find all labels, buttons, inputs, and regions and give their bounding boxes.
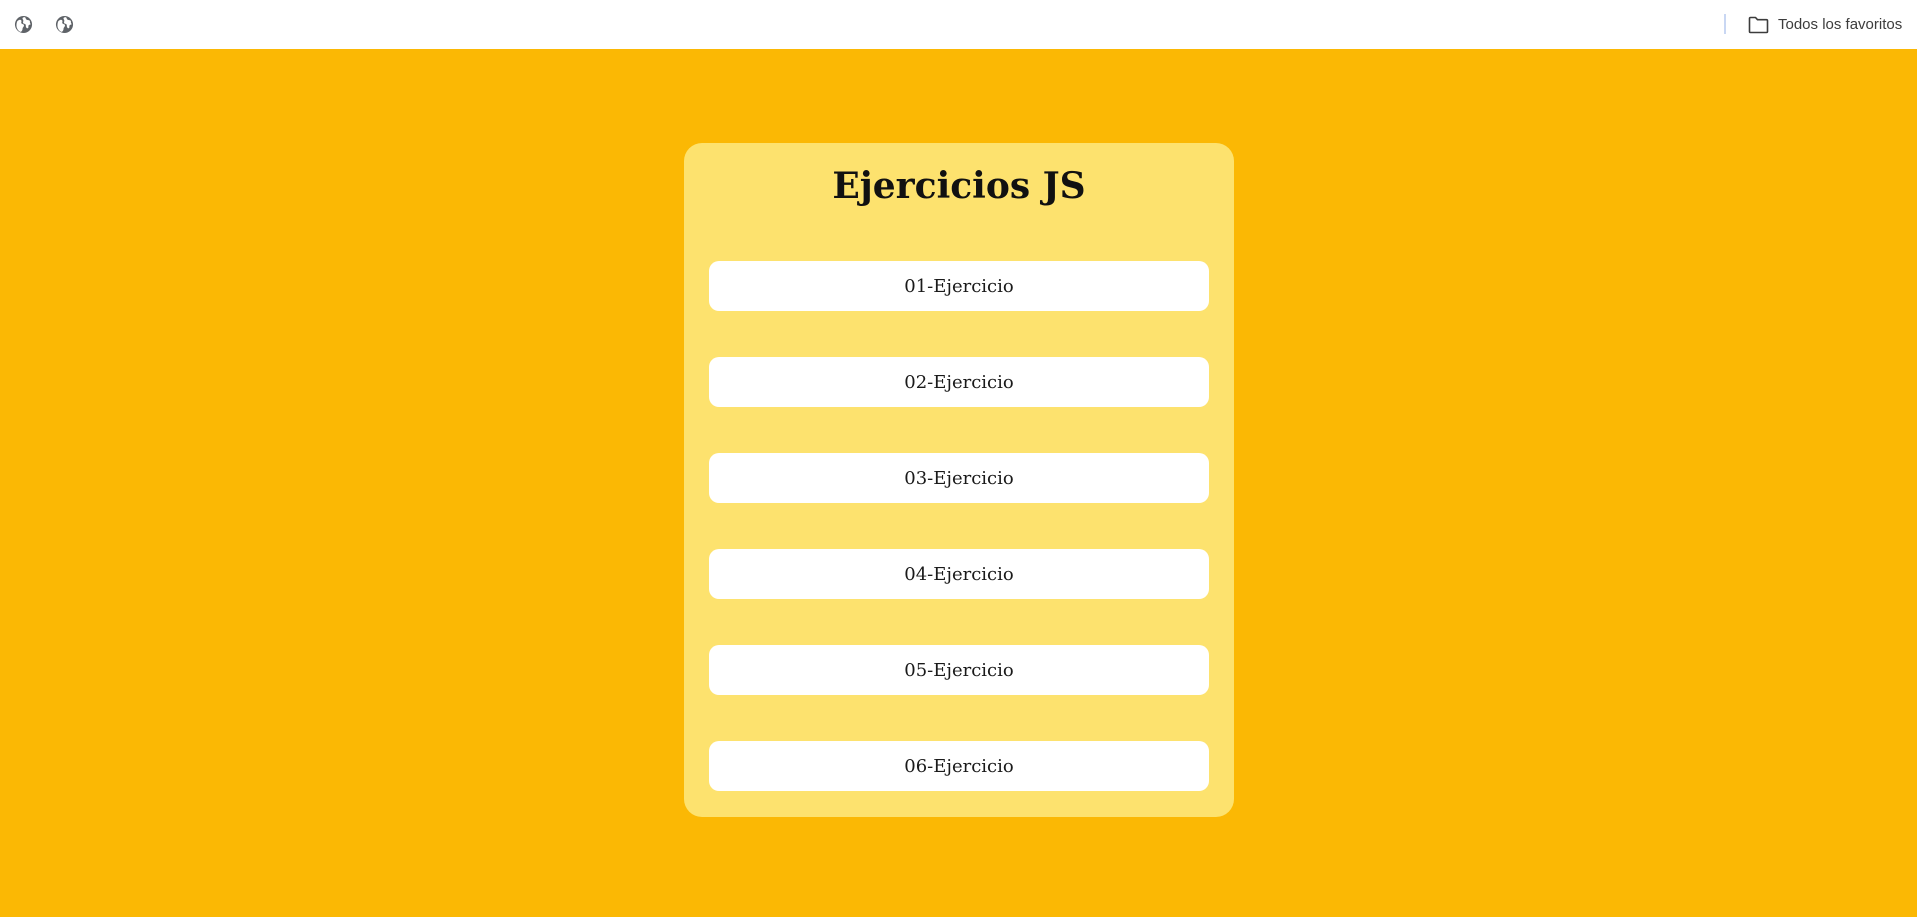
- exercises-card: Ejercicios JS 01-Ejercicio 02-Ejercicio …: [684, 143, 1234, 817]
- exercise-link-03[interactable]: 03-Ejercicio: [709, 453, 1209, 503]
- exercise-link-06[interactable]: 06-Ejercicio: [709, 741, 1209, 791]
- globe-icon: [14, 15, 32, 33]
- bookmarks-bar: Todos los favoritos: [0, 0, 1917, 49]
- exercise-link-05[interactable]: 05-Ejercicio: [709, 645, 1209, 695]
- all-bookmarks-button[interactable]: Todos los favoritos: [1747, 0, 1917, 49]
- page-title: Ejercicios JS: [832, 165, 1086, 207]
- exercise-link-02[interactable]: 02-Ejercicio: [709, 357, 1209, 407]
- folder-icon: [1747, 14, 1769, 36]
- bookmark-globe-icon[interactable]: [12, 13, 34, 35]
- exercise-link-04[interactable]: 04-Ejercicio: [709, 549, 1209, 599]
- bookmark-globe-icon[interactable]: [53, 13, 75, 35]
- exercise-list: 01-Ejercicio 02-Ejercicio 03-Ejercicio 0…: [709, 261, 1209, 791]
- globe-icon: [55, 15, 73, 33]
- all-bookmarks-label: Todos los favoritos: [1778, 16, 1903, 33]
- bookmarks-separator: [1724, 14, 1726, 34]
- exercise-link-01[interactable]: 01-Ejercicio: [709, 261, 1209, 311]
